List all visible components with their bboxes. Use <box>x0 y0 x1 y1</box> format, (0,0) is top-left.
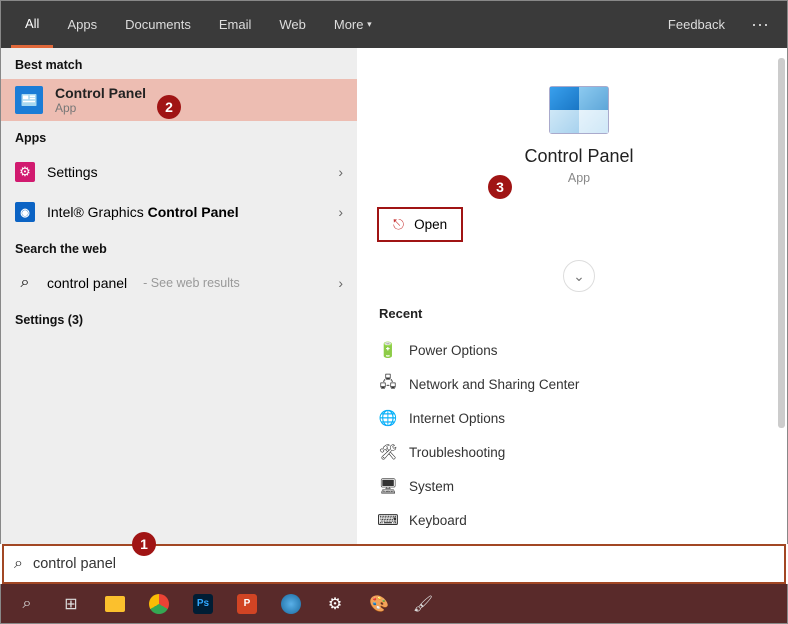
taskbar: ⌕ ⊞ Ps P ⚙ 🎨 🖌 <box>0 584 788 624</box>
app-label: Intel® Graphics Control Panel <box>47 204 239 220</box>
taskbar-powerpoint-button[interactable]: P <box>225 584 269 624</box>
best-match-subtitle: App <box>55 101 146 115</box>
label-bold: Control Panel <box>148 204 239 220</box>
tab-documents[interactable]: Documents <box>111 1 205 48</box>
taskbar-iobit-button[interactable] <box>269 584 313 624</box>
app-result-settings[interactable]: ⚙ Settings › <box>1 152 357 192</box>
recent-item-internet-options[interactable]: 🌐 Internet Options <box>371 401 787 435</box>
paint3d-icon: 🎨 <box>367 592 391 616</box>
taskbar-explorer-button[interactable] <box>93 584 137 624</box>
results-pane: Best match Control Panel App 2 Apps ⚙ Se… <box>1 48 357 544</box>
preview-title: Control Panel <box>371 146 787 167</box>
apps-header: Apps <box>1 121 357 152</box>
search-icon: ⌕ <box>15 592 39 616</box>
power-icon: 🔋 <box>379 341 397 359</box>
web-query: control panel <box>47 275 127 291</box>
expand-chevron-button[interactable]: ⌄ <box>563 260 595 292</box>
best-match-result[interactable]: Control Panel App 2 <box>1 79 357 121</box>
recent-item-network[interactable]: 🖧 Network and Sharing Center <box>371 367 787 401</box>
recent-label: Internet Options <box>409 411 505 426</box>
search-icon: ⌕ <box>15 273 35 293</box>
app-label: Settings <box>47 164 98 180</box>
open-icon: ⎋ <box>393 216 404 233</box>
recent-header: Recent <box>379 306 787 321</box>
preview-app-icon <box>549 86 609 134</box>
recent-item-power-options[interactable]: 🔋 Power Options <box>371 333 787 367</box>
chevron-right-icon: › <box>338 204 343 220</box>
chevron-right-icon: › <box>338 275 343 291</box>
feedback-button[interactable]: Feedback <box>668 17 725 32</box>
search-icon: ⌕ <box>14 555 23 573</box>
app-result-intel-graphics[interactable]: ◉ Intel® Graphics Control Panel › <box>1 192 357 232</box>
chrome-icon <box>149 594 169 614</box>
powerpoint-icon: P <box>237 594 257 614</box>
recent-item-system[interactable]: 🖥 System <box>371 469 787 503</box>
best-match-title: Control Panel <box>55 85 146 101</box>
gear-icon: ⚙ <box>15 162 35 182</box>
preview-pane: Control Panel App 3 ⎋ Open ⌄ Recent 🔋 Po… <box>357 48 787 544</box>
taskbar-mspaint-button[interactable]: 🖌 <box>401 584 445 624</box>
chevron-down-icon: ⌄ <box>573 268 585 285</box>
web-suffix: - See web results <box>143 276 240 290</box>
scrollbar[interactable] <box>778 58 785 428</box>
taskbar-paint3d-button[interactable]: 🎨 <box>357 584 401 624</box>
top-nav-tabs: All Apps Documents Email Web More ▾ <box>11 1 386 48</box>
recent-list: 🔋 Power Options 🖧 Network and Sharing Ce… <box>371 333 787 537</box>
best-match-header: Best match <box>1 48 357 79</box>
chevron-right-icon: › <box>338 164 343 180</box>
tab-email[interactable]: Email <box>205 1 266 48</box>
open-button[interactable]: ⎋ Open <box>377 207 463 242</box>
top-nav: All Apps Documents Email Web More ▾ Feed… <box>0 0 788 48</box>
settings-header: Settings (3) <box>1 303 357 334</box>
web-result[interactable]: ⌕ control panel - See web results › <box>1 263 357 303</box>
taskbar-search-button[interactable]: ⌕ <box>5 584 49 624</box>
main-area: Best match Control Panel App 2 Apps ⚙ Se… <box>0 48 788 544</box>
annotation-badge-1: 1 <box>132 532 156 556</box>
troubleshoot-icon: 🛠 <box>379 443 397 461</box>
taskbar-settings-button[interactable]: ⚙ <box>313 584 357 624</box>
search-web-header: Search the web <box>1 232 357 263</box>
recent-label: Network and Sharing Center <box>409 377 579 392</box>
network-icon: 🖧 <box>379 375 397 393</box>
recent-label: Power Options <box>409 343 498 358</box>
photoshop-icon: Ps <box>193 594 213 614</box>
annotation-badge-2: 2 <box>157 95 181 119</box>
globe-icon: 🌐 <box>379 409 397 427</box>
label-prefix: Intel® Graphics <box>47 204 148 220</box>
more-actions-button[interactable]: ··· <box>743 14 777 35</box>
annotation-badge-3: 3 <box>488 175 512 199</box>
gear-icon: ⚙ <box>323 592 347 616</box>
recent-item-troubleshooting[interactable]: 🛠 Troubleshooting <box>371 435 787 469</box>
tab-apps[interactable]: Apps <box>53 1 111 48</box>
control-panel-icon <box>15 86 43 114</box>
recent-item-keyboard[interactable]: ⌨ Keyboard <box>371 503 787 537</box>
iobit-icon <box>281 594 301 614</box>
search-input[interactable] <box>33 556 774 572</box>
search-bar[interactable]: 1 ⌕ <box>2 544 786 584</box>
taskbar-chrome-button[interactable] <box>137 584 181 624</box>
chevron-down-icon: ▾ <box>367 19 372 30</box>
best-match-text: Control Panel App <box>55 85 146 115</box>
system-icon: 🖥 <box>379 477 397 495</box>
tab-more[interactable]: More ▾ <box>320 1 386 48</box>
top-nav-right: Feedback ··· <box>668 14 777 35</box>
preview-subtitle: App <box>371 171 787 185</box>
taskbar-photoshop-button[interactable]: Ps <box>181 584 225 624</box>
mspaint-icon: 🖌 <box>411 592 435 616</box>
keyboard-icon: ⌨ <box>379 511 397 529</box>
tab-more-label: More <box>334 17 364 32</box>
recent-label: Troubleshooting <box>409 445 505 460</box>
tab-web[interactable]: Web <box>265 1 320 48</box>
taskbar-taskview-button[interactable]: ⊞ <box>49 584 93 624</box>
intel-icon: ◉ <box>15 202 35 222</box>
recent-label: System <box>409 479 454 494</box>
tab-all[interactable]: All <box>11 1 53 48</box>
folder-icon <box>105 596 125 612</box>
taskview-icon: ⊞ <box>59 592 83 616</box>
open-label: Open <box>414 217 447 232</box>
recent-label: Keyboard <box>409 513 467 528</box>
